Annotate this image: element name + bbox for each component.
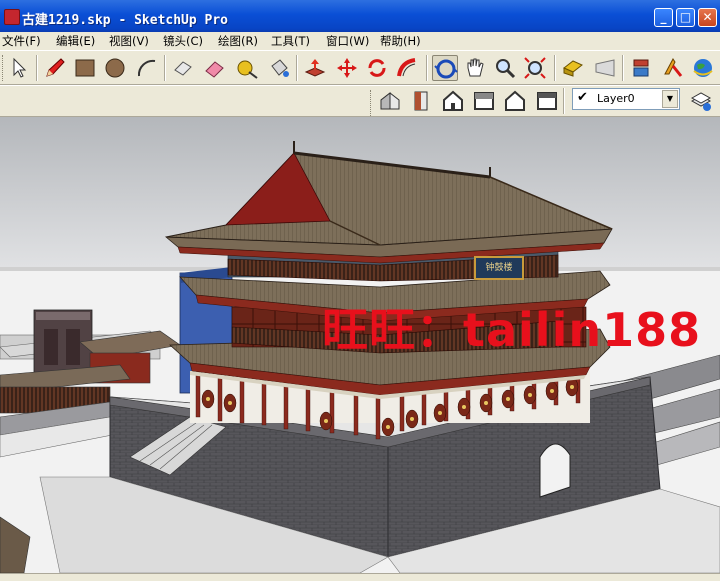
next-view-icon[interactable]	[592, 55, 618, 81]
arc-icon[interactable]	[134, 55, 160, 81]
zoom-extents-icon[interactable]	[522, 55, 548, 81]
minimize-button[interactable]: _	[654, 8, 673, 27]
select-icon[interactable]	[6, 55, 32, 81]
right-view-icon[interactable]	[471, 88, 497, 114]
toolbar-separator	[563, 88, 565, 114]
follow-me-icon[interactable]	[394, 55, 420, 81]
toolbar-separator	[622, 55, 624, 81]
sketchup-app-icon[interactable]	[4, 9, 20, 25]
move-icon[interactable]	[334, 55, 360, 81]
watermark-text: 旺旺：tailin188	[322, 303, 702, 357]
model-viewport[interactable]: 钟鼓楼 旺旺：tailin188	[0, 117, 720, 573]
eraser-icon[interactable]	[202, 55, 228, 81]
close-button[interactable]: ✕	[698, 8, 717, 27]
left-view-icon[interactable]	[534, 88, 560, 114]
top-view-icon[interactable]	[408, 88, 434, 114]
window-title: 古建1219.skp - SketchUp Pro	[22, 13, 229, 28]
chevron-down-icon[interactable]: ▼	[662, 90, 678, 108]
menu-help[interactable]: 帮助(H)	[380, 33, 421, 49]
menu-bar: 文件(F) 编辑(E) 视图(V) 镜头(C) 绘图(R) 工具(T) 窗口(W…	[0, 32, 720, 50]
menu-edit[interactable]: 编辑(E)	[56, 33, 95, 49]
components-icon[interactable]	[628, 55, 654, 81]
previous-view-icon[interactable]	[560, 55, 586, 81]
front-view-icon[interactable]	[440, 88, 466, 114]
menu-tools[interactable]: 工具(T)	[271, 33, 310, 49]
push-pull-icon[interactable]	[302, 55, 328, 81]
current-layer-name: Layer0	[597, 92, 635, 105]
pencil-icon[interactable]	[42, 55, 68, 81]
zoom-icon[interactable]	[492, 55, 518, 81]
menu-camera[interactable]: 镜头(C)	[163, 33, 203, 49]
iso-view-icon[interactable]	[377, 88, 403, 114]
title-bar: 古建1219.skp - SketchUp Pro _ □ ✕	[0, 0, 720, 32]
rotate-icon[interactable]	[364, 55, 390, 81]
layer-dropdown[interactable]: ✔ Layer0 ▼	[572, 88, 680, 110]
rectangle-icon[interactable]	[72, 55, 98, 81]
circle-icon[interactable]	[102, 55, 128, 81]
tape-measure-icon[interactable]	[234, 55, 260, 81]
google-earth-icon[interactable]	[690, 55, 716, 81]
maximize-button[interactable]: □	[676, 8, 695, 27]
layer-manager-icon[interactable]	[688, 88, 714, 114]
toolbar-separator	[426, 55, 428, 81]
menu-file[interactable]: 文件(F)	[2, 33, 41, 49]
menu-draw[interactable]: 绘图(R)	[218, 33, 258, 49]
add-location-icon[interactable]	[660, 55, 686, 81]
tower-signboard: 钟鼓楼	[474, 256, 524, 280]
pan-icon[interactable]	[462, 55, 488, 81]
toolbar-separator	[296, 55, 298, 81]
close-icon: ✕	[702, 10, 713, 24]
back-view-icon[interactable]	[502, 88, 528, 114]
toolbar-separator	[554, 55, 556, 81]
toolbar-separator	[36, 55, 38, 81]
orbit-icon[interactable]	[432, 55, 458, 81]
toolbar-separator	[164, 55, 166, 81]
eraser-box-icon[interactable]	[170, 55, 196, 81]
maximize-icon: □	[679, 10, 692, 24]
menu-view[interactable]: 视图(V)	[109, 33, 149, 49]
paint-bucket-icon[interactable]	[266, 55, 292, 81]
main-toolbar	[0, 50, 720, 85]
minimize-icon: _	[660, 10, 667, 24]
toolbar-grip[interactable]	[370, 90, 374, 116]
menu-window[interactable]: 窗口(W)	[326, 33, 369, 49]
layer-visible-check-icon: ✔	[577, 90, 588, 105]
